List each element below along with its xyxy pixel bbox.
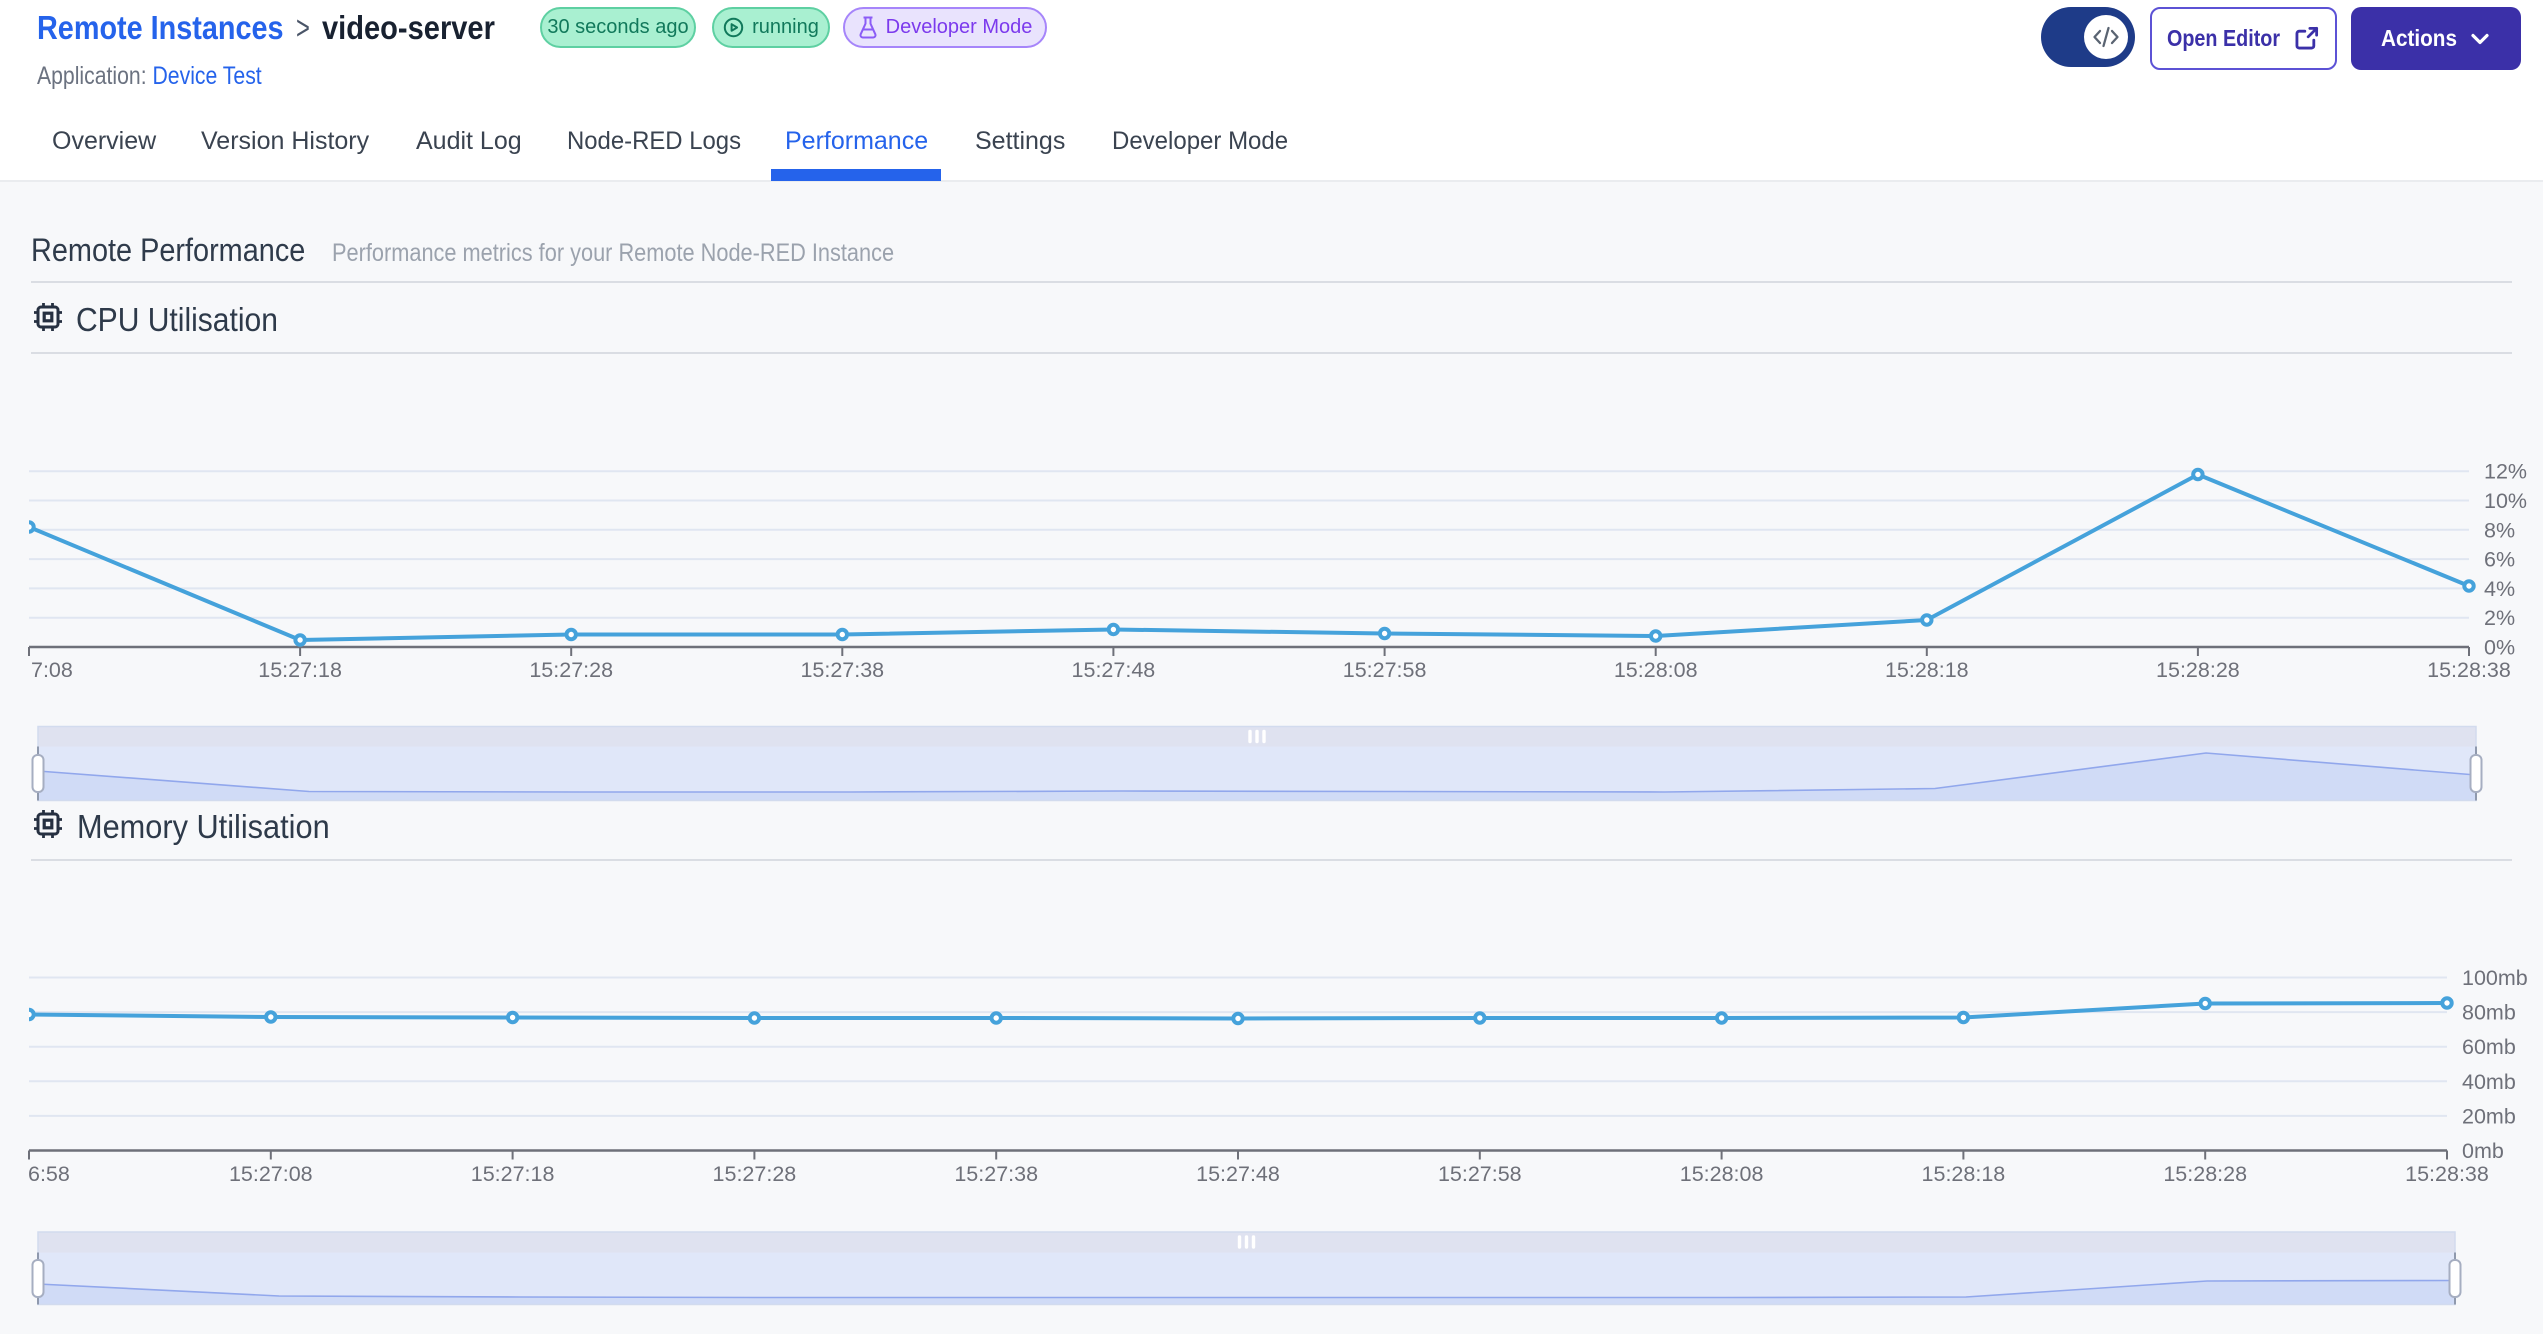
svg-text:15:27:28: 15:27:28 — [529, 658, 613, 682]
svg-text:4%: 4% — [2484, 577, 2515, 601]
svg-text:15:27:08: 15:27:08 — [229, 1162, 313, 1186]
svg-text:15:27:28: 15:27:28 — [713, 1162, 797, 1186]
svg-text:15:28:08: 15:28:08 — [1614, 658, 1698, 682]
svg-text:15:27:48: 15:27:48 — [1072, 658, 1156, 682]
svg-text:15:28:38: 15:28:38 — [2405, 1162, 2489, 1186]
svg-text:6:58: 6:58 — [28, 1162, 70, 1186]
svg-text:20mb: 20mb — [2462, 1104, 2516, 1128]
svg-text:15:27:58: 15:27:58 — [1438, 1162, 1522, 1186]
svg-text:80mb: 80mb — [2462, 1001, 2516, 1025]
svg-text:7:08: 7:08 — [31, 658, 73, 682]
svg-text:2%: 2% — [2484, 606, 2515, 630]
svg-text:15:28:28: 15:28:28 — [2163, 1162, 2247, 1186]
svg-text:15:27:38: 15:27:38 — [800, 658, 884, 682]
svg-text:10%: 10% — [2484, 489, 2527, 513]
svg-text:100mb: 100mb — [2462, 966, 2528, 990]
svg-text:15:27:38: 15:27:38 — [954, 1162, 1038, 1186]
svg-text:15:27:18: 15:27:18 — [258, 658, 342, 682]
svg-text:15:28:08: 15:28:08 — [1680, 1162, 1764, 1186]
svg-text:0mb: 0mb — [2462, 1139, 2504, 1163]
svg-text:6%: 6% — [2484, 548, 2515, 572]
svg-text:15:28:28: 15:28:28 — [2156, 658, 2240, 682]
svg-text:15:28:38: 15:28:38 — [2427, 658, 2511, 682]
svg-text:60mb: 60mb — [2462, 1035, 2516, 1059]
svg-text:15:27:18: 15:27:18 — [471, 1162, 555, 1186]
svg-text:12%: 12% — [2484, 460, 2527, 484]
svg-text:15:28:18: 15:28:18 — [1922, 1162, 2006, 1186]
svg-text:0%: 0% — [2484, 636, 2515, 660]
svg-text:40mb: 40mb — [2462, 1070, 2516, 1094]
svg-text:15:27:48: 15:27:48 — [1196, 1162, 1280, 1186]
svg-text:15:27:58: 15:27:58 — [1343, 658, 1427, 682]
svg-text:8%: 8% — [2484, 518, 2515, 542]
svg-text:15:28:18: 15:28:18 — [1885, 658, 1969, 682]
